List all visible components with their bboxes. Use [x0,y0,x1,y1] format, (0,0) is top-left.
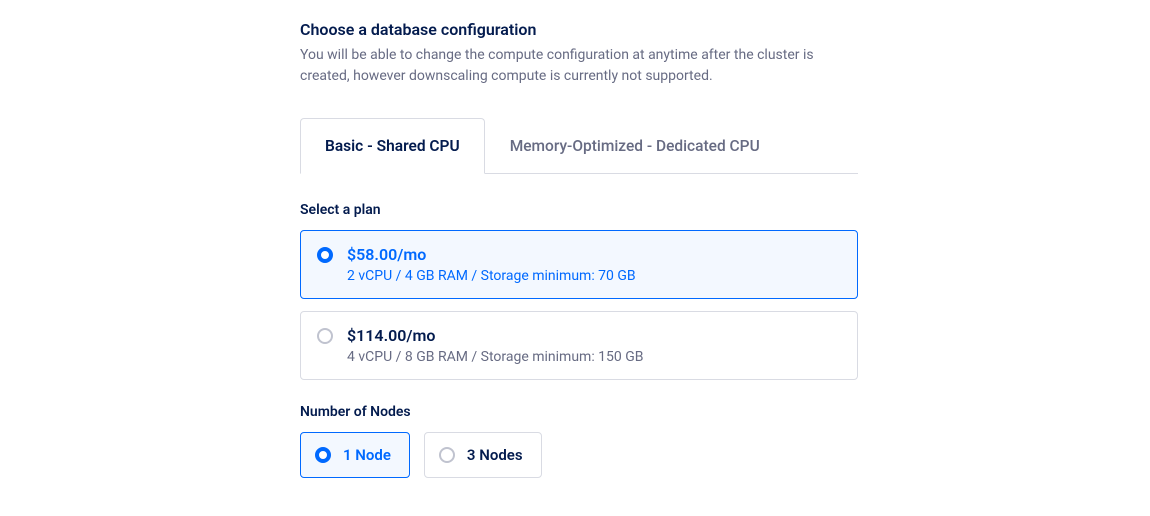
section-description: You will be able to change the compute c… [300,45,858,87]
plan-options: $58.00/mo 2 vCPU / 4 GB RAM / Storage mi… [300,230,858,380]
node-label: 3 Nodes [467,446,523,464]
radio-icon [315,447,331,463]
plan-price: $58.00/mo [347,245,636,264]
radio-icon [317,328,333,344]
node-label: 1 Node [343,446,391,464]
node-option-1[interactable]: 1 Node [300,432,410,478]
config-tabs: Basic - Shared CPU Memory-Optimized - De… [300,117,858,174]
node-options: 1 Node 3 Nodes [300,432,858,478]
plan-specs: 4 vCPU / 8 GB RAM / Storage minimum: 150… [347,349,644,365]
tab-memory-optimized[interactable]: Memory-Optimized - Dedicated CPU [485,118,785,174]
plan-option-1[interactable]: $114.00/mo 4 vCPU / 8 GB RAM / Storage m… [300,311,858,380]
radio-icon [439,447,455,463]
plan-specs: 2 vCPU / 4 GB RAM / Storage minimum: 70 … [347,268,636,284]
section-title: Choose a database configuration [300,20,858,39]
plan-option-0[interactable]: $58.00/mo 2 vCPU / 4 GB RAM / Storage mi… [300,230,858,299]
node-option-3[interactable]: 3 Nodes [424,432,542,478]
nodes-section-label: Number of Nodes [300,404,858,420]
radio-icon [317,247,333,263]
plan-section-label: Select a plan [300,202,858,218]
plan-price: $114.00/mo [347,326,644,345]
tab-basic-shared-cpu[interactable]: Basic - Shared CPU [300,118,485,174]
